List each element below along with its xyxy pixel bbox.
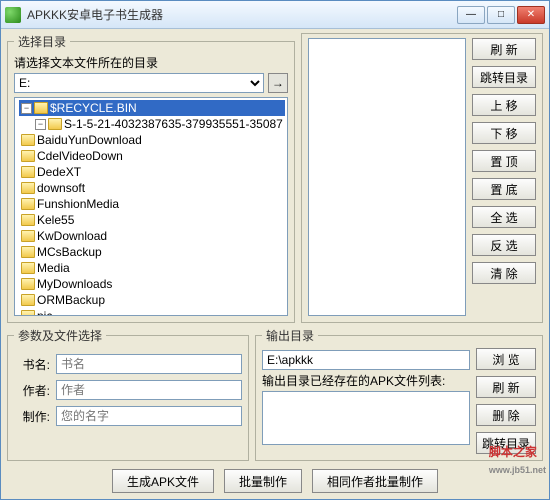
jump-output-button[interactable]: 跳转目录 [476, 432, 536, 454]
folder-icon [21, 310, 35, 316]
folder-icon [21, 294, 35, 306]
maximize-button[interactable]: □ [487, 6, 515, 24]
tree-node[interactable]: ORMBackup [19, 292, 285, 308]
action-button[interactable]: 相同作者批量制作 [312, 469, 438, 493]
side-button[interactable]: 下 移 [472, 122, 536, 144]
bookname-label: 书名: [14, 356, 50, 373]
collapse-icon[interactable]: − [35, 119, 46, 130]
side-button[interactable]: 反 选 [472, 234, 536, 256]
dir-select-group: 选择目录 请选择文本文件所在的目录 E: → − $RECYCLE [7, 33, 295, 323]
tree-node[interactable]: Media [19, 260, 285, 276]
folder-icon [48, 118, 62, 130]
maker-label: 制作: [14, 408, 50, 425]
folder-icon [21, 230, 35, 242]
author-label: 作者: [14, 382, 50, 399]
folder-icon [21, 134, 35, 146]
side-button[interactable]: 置 顶 [472, 150, 536, 172]
content-area: 选择目录 请选择文本文件所在的目录 E: → − $RECYCLE [1, 29, 549, 499]
dir-legend: 选择目录 [14, 33, 70, 50]
tree-node[interactable]: −S-1-5-21-4032387635-379935551-35087 [33, 116, 285, 132]
tree-node[interactable]: downsoft [19, 180, 285, 196]
side-button[interactable]: 清 除 [472, 262, 536, 284]
action-row: 生成APK文件批量制作相同作者批量制作 [7, 465, 543, 495]
folder-icon [21, 246, 35, 258]
side-button[interactable]: 跳转目录 [472, 66, 536, 88]
window-title: APKKK安卓电子书生成器 [27, 6, 457, 23]
output-group: 输出目录 输出目录已经存在的APK文件列表: 浏 览 刷 新 删 除 跳转目录 [255, 327, 543, 461]
refresh-output-button[interactable]: 刷 新 [476, 376, 536, 398]
folder-icon [34, 102, 48, 114]
tree-node[interactable]: FunshionMedia [19, 196, 285, 212]
side-button-col: 刷 新跳转目录上 移下 移置 顶置 底全 选反 选清 除 [472, 38, 536, 316]
collapse-icon[interactable]: − [21, 103, 32, 114]
folder-icon [21, 262, 35, 274]
side-button[interactable]: 刷 新 [472, 38, 536, 60]
titlebar[interactable]: APKKK安卓电子书生成器 — □ ✕ [1, 1, 549, 29]
tree-node[interactable]: MCsBackup [19, 244, 285, 260]
browse-button[interactable]: 浏 览 [476, 348, 536, 370]
side-button[interactable]: 全 选 [472, 206, 536, 228]
tree-node[interactable]: BaiduYunDownload [19, 132, 285, 148]
folder-tree[interactable]: − $RECYCLE.BIN −S-1-5-21-4032387635-3799… [14, 97, 288, 316]
output-legend: 输出目录 [262, 327, 318, 344]
tree-node[interactable]: MyDownloads [19, 276, 285, 292]
folder-icon [21, 214, 35, 226]
output-list-label: 输出目录已经存在的APK文件列表: [262, 372, 470, 389]
dir-prompt: 请选择文本文件所在的目录 [14, 54, 288, 71]
side-button[interactable]: 置 底 [472, 178, 536, 200]
tree-node[interactable]: DedeXT [19, 164, 285, 180]
bookname-input[interactable] [56, 354, 242, 374]
file-list-group: 刷 新跳转目录上 移下 移置 顶置 底全 选反 选清 除 [301, 33, 543, 323]
folder-icon [21, 198, 35, 210]
params-group: 参数及文件选择 书名: 作者: 制作: [7, 327, 249, 461]
tree-node[interactable]: Kele55 [19, 212, 285, 228]
side-button[interactable]: 上 移 [472, 94, 536, 116]
app-window: APKKK安卓电子书生成器 — □ ✕ 选择目录 请选择文本文件所在的目录 E:… [0, 0, 550, 500]
folder-icon [21, 166, 35, 178]
maker-input[interactable] [56, 406, 242, 426]
app-icon [5, 7, 21, 23]
action-button[interactable]: 生成APK文件 [112, 469, 214, 493]
tree-node[interactable]: pic [19, 308, 285, 316]
file-list[interactable] [308, 38, 466, 316]
folder-icon [21, 150, 35, 162]
output-path-input[interactable] [262, 350, 470, 370]
tree-node[interactable]: KwDownload [19, 228, 285, 244]
drive-select[interactable]: E: [14, 73, 264, 93]
drive-go-button[interactable]: → [268, 73, 288, 93]
author-input[interactable] [56, 380, 242, 400]
output-apk-list[interactable] [262, 391, 470, 445]
params-legend: 参数及文件选择 [14, 327, 106, 344]
close-button[interactable]: ✕ [517, 6, 545, 24]
folder-icon [21, 278, 35, 290]
action-button[interactable]: 批量制作 [224, 469, 302, 493]
delete-button[interactable]: 删 除 [476, 404, 536, 426]
folder-icon [21, 182, 35, 194]
tree-node[interactable]: CdelVideoDown [19, 148, 285, 164]
tree-node-recycle[interactable]: − $RECYCLE.BIN [19, 100, 285, 116]
minimize-button[interactable]: — [457, 6, 485, 24]
